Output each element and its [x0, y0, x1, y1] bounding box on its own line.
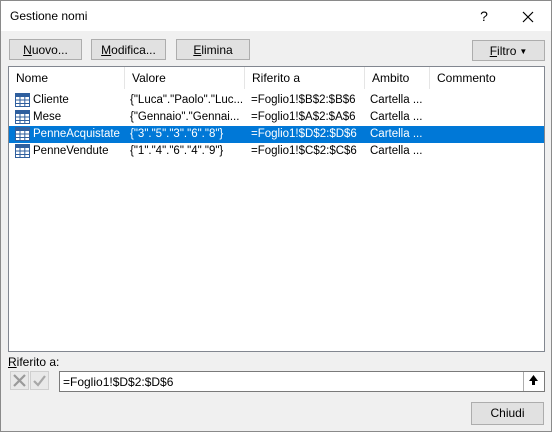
value-cell: {"Luca"."Paolo"."Luc... — [130, 94, 244, 106]
edit-button-accesskey: M — [101, 43, 112, 57]
filter-button-label: iltro — [497, 44, 517, 58]
checkmark-icon — [33, 375, 46, 387]
name-cell: Cliente — [13, 92, 127, 109]
ref-cell: =Foglio1!$D$2:$D$6 — [251, 128, 357, 140]
ref-label: Riferito a: — [8, 355, 59, 369]
scope-cell: Cartella ... — [370, 128, 423, 140]
title-bar: Gestione nomi ? — [1, 1, 551, 31]
ref-label-text: iferito a: — [16, 355, 60, 369]
comment-cell — [436, 92, 536, 109]
new-button-accesskey: N — [23, 43, 32, 57]
close-icon — [522, 11, 534, 23]
value-cell: {"3"."5"."3"."6"."8"} — [130, 128, 224, 140]
ref-label-accesskey: R — [8, 355, 17, 369]
close-window-button[interactable] — [508, 1, 548, 31]
names-list[interactable]: Nome Valore Riferito a Ambito Commento C… — [8, 66, 545, 352]
ref-cell: =Foglio1!$A$2:$A$6 — [251, 111, 356, 123]
column-header-ref[interactable]: Riferito a — [245, 67, 365, 89]
range-name-icon — [15, 110, 30, 124]
column-header-comment[interactable]: Commento — [430, 67, 544, 89]
range-name-icon — [15, 127, 30, 141]
name-text: PenneVendute — [33, 145, 109, 157]
table-row[interactable]: Mese {"Gennaio"."Gennai... =Foglio1!$A$2… — [9, 109, 544, 126]
value-cell: {"1"."4"."6"."4"."9"} — [130, 145, 224, 157]
help-button[interactable]: ? — [464, 1, 504, 31]
filter-button[interactable]: Filtro ▼ — [472, 40, 545, 61]
collapse-up-arrow-icon — [529, 375, 538, 385]
name-manager-dialog: Gestione nomi ? Nuovo... Modifica... Eli… — [0, 0, 552, 432]
delete-button[interactable]: Elimina — [176, 39, 250, 60]
name-cell: PenneAcquistate — [13, 126, 127, 143]
name-cell: PenneVendute — [13, 143, 127, 160]
edit-button-label: odifica... — [111, 43, 156, 57]
comment-cell — [436, 143, 536, 160]
list-header: Nome Valore Riferito a Ambito Commento — [9, 67, 544, 89]
comment-cell — [436, 126, 536, 143]
scope-cell: Cartella ... — [370, 145, 423, 157]
new-button[interactable]: Nuovo... — [9, 39, 82, 60]
range-name-icon — [15, 93, 30, 107]
column-header-value[interactable]: Valore — [125, 67, 245, 89]
cancel-x-icon — [13, 374, 26, 387]
scope-cell: Cartella ... — [370, 94, 423, 106]
scope-cell: Cartella ... — [370, 111, 423, 123]
value-cell: {"Gennaio"."Gennai... — [130, 111, 240, 123]
table-row[interactable]: PenneAcquistate {"3"."5"."3"."6"."8"} =F… — [9, 126, 544, 143]
ref-input[interactable] — [59, 371, 545, 392]
ref-cell: =Foglio1!$C$2:$C$6 — [251, 145, 357, 157]
name-text: Cliente — [33, 94, 69, 106]
close-button[interactable]: Chiudi — [471, 402, 544, 425]
confirm-edit-button[interactable] — [30, 371, 49, 390]
table-row[interactable]: PenneVendute {"1"."4"."6"."4"."9"} =Fogl… — [9, 143, 544, 160]
table-row[interactable]: Cliente {"Luca"."Paolo"."Luc... =Foglio1… — [9, 92, 544, 109]
column-header-scope[interactable]: Ambito — [365, 67, 430, 89]
column-header-name[interactable]: Nome — [9, 67, 125, 89]
collapse-dialog-button[interactable] — [523, 372, 544, 391]
name-cell: Mese — [13, 109, 127, 126]
comment-cell — [436, 109, 536, 126]
new-button-label: uovo... — [31, 43, 68, 57]
delete-button-label: limina — [201, 43, 233, 57]
name-text: Mese — [33, 111, 62, 123]
cancel-edit-button[interactable] — [10, 371, 29, 390]
range-name-icon — [15, 144, 30, 158]
filter-button-accesskey: F — [489, 44, 498, 58]
ref-cell: =Foglio1!$B$2:$B$6 — [251, 94, 356, 106]
dialog-title: Gestione nomi — [10, 9, 88, 23]
edit-button[interactable]: Modifica... — [91, 39, 166, 60]
dropdown-arrow-icon: ▼ — [519, 47, 528, 56]
name-text: PenneAcquistate — [33, 128, 120, 140]
